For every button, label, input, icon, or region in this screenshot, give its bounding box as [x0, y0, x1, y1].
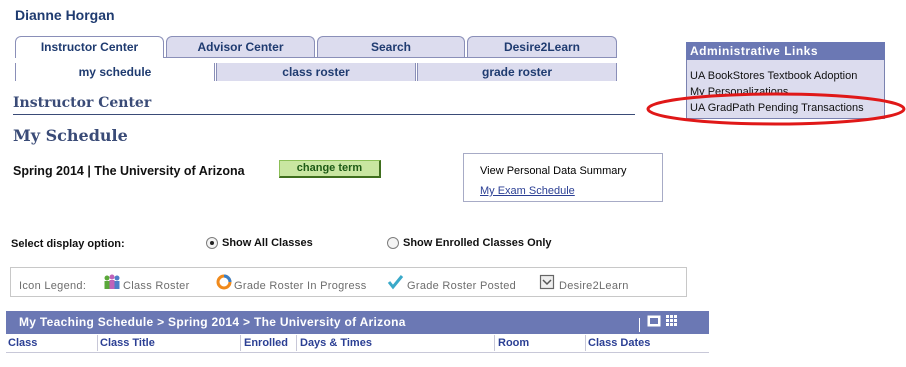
show-enrolled-only-label[interactable]: Show Enrolled Classes Only	[403, 237, 552, 249]
term-label: Spring 2014 | The University of Arizona	[13, 164, 245, 178]
admin-links-title: Administrative Links	[686, 42, 885, 60]
grid-header-divider	[639, 318, 640, 332]
zoom-grid-icon[interactable]	[647, 314, 661, 328]
icon-legend-label: Icon Legend:	[19, 280, 87, 292]
tab-underline	[164, 57, 617, 58]
show-all-classes-radio[interactable]	[206, 237, 218, 249]
column-class[interactable]: Class	[8, 337, 37, 349]
view-personal-data-link[interactable]: View Personal Data Summary	[480, 165, 627, 177]
grade-roster-in-progress-icon	[216, 274, 232, 290]
column-divider	[97, 335, 98, 351]
show-enrolled-only-radio[interactable]	[387, 237, 399, 249]
display-option-label: Select display option:	[11, 238, 125, 250]
column-divider	[240, 335, 241, 351]
teaching-schedule-header: My Teaching Schedule > Spring 2014 > The…	[6, 311, 709, 334]
section-divider	[13, 114, 635, 115]
column-divider	[494, 335, 495, 351]
subtab-class-roster[interactable]: class roster	[216, 63, 416, 81]
my-exam-schedule-link[interactable]: My Exam Schedule	[480, 185, 575, 197]
subtab-grade-roster[interactable]: grade roster	[417, 63, 617, 81]
desire2learn-icon	[539, 274, 555, 290]
change-term-button[interactable]: change term	[279, 160, 381, 178]
subtab-my-schedule[interactable]: my schedule	[15, 63, 215, 81]
column-enrolled[interactable]: Enrolled	[244, 337, 288, 349]
bookstore-textbook-link[interactable]: UA BookStores Textbook Adoption	[690, 70, 857, 82]
tab-instructor-center[interactable]: Instructor Center	[15, 36, 164, 58]
grid-header-underline	[6, 352, 709, 353]
column-class-title[interactable]: Class Title	[100, 337, 155, 349]
column-room[interactable]: Room	[498, 337, 529, 349]
section-title: Instructor Center	[13, 95, 152, 111]
column-class-dates[interactable]: Class Dates	[588, 337, 650, 349]
class-roster-icon	[104, 274, 120, 289]
tab-search[interactable]: Search	[317, 36, 465, 57]
tab-advisor-center[interactable]: Advisor Center	[166, 36, 315, 57]
page-title: My Schedule	[13, 126, 128, 145]
grade-roster-posted-icon	[387, 275, 404, 290]
user-name: Dianne Horgan	[15, 7, 115, 23]
show-all-classes-label[interactable]: Show All Classes	[222, 237, 313, 249]
red-highlight-ellipse	[646, 92, 906, 126]
grade-roster-posted-legend-label: Grade Roster Posted	[407, 280, 517, 292]
desire2learn-legend-label: Desire2Learn	[559, 280, 629, 292]
download-grid-icon[interactable]	[665, 314, 678, 327]
tab-desire2learn[interactable]: Desire2Learn	[467, 36, 617, 57]
column-days-times[interactable]: Days & Times	[300, 337, 372, 349]
column-divider	[296, 335, 297, 351]
grade-roster-in-progress-legend-label: Grade Roster In Progress	[234, 280, 367, 292]
column-divider	[585, 335, 586, 351]
class-roster-legend-label: Class Roster	[123, 280, 190, 292]
